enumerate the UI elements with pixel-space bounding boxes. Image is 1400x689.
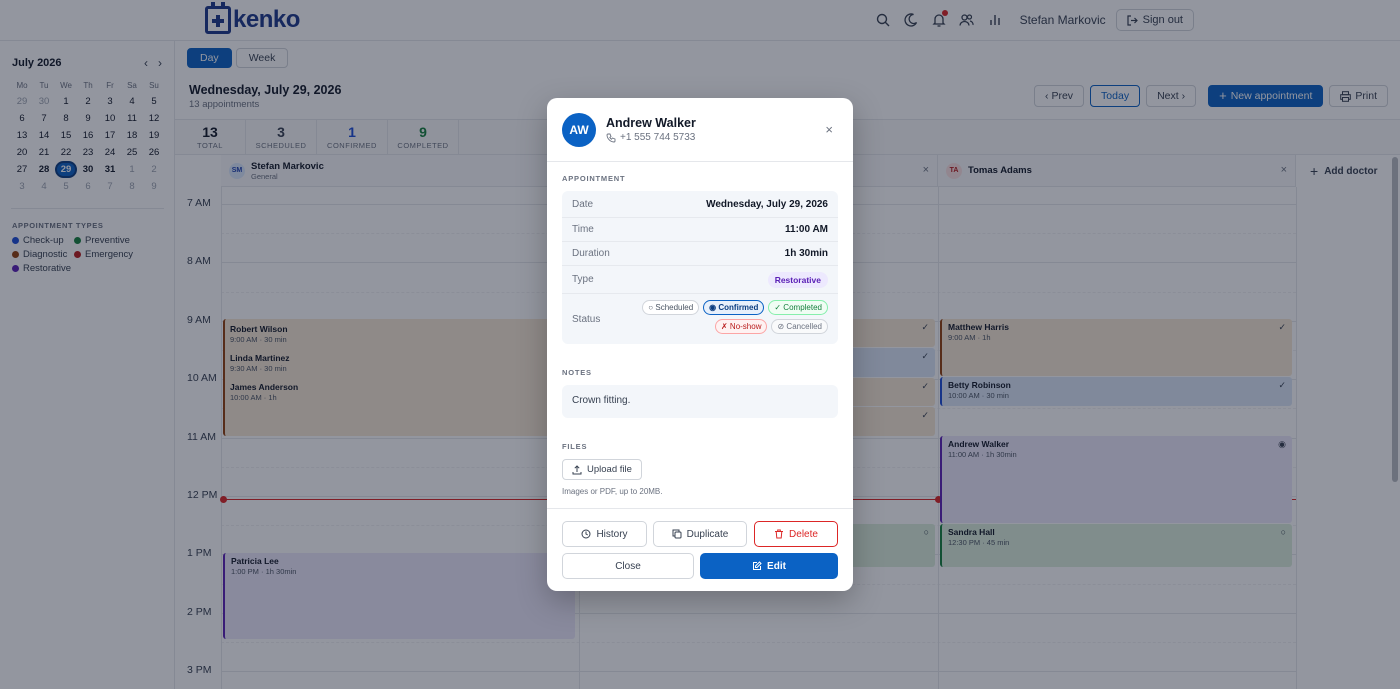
- status-options: ○ Scheduled ◉ Confirmed ✓ Completed ✗ No…: [638, 300, 828, 334]
- divider: [547, 508, 853, 509]
- status-scheduled[interactable]: ○ Scheduled: [642, 300, 700, 315]
- edit-button[interactable]: Edit: [700, 553, 838, 579]
- detail-row: Duration 1h 30min: [562, 242, 838, 266]
- patient-phone: +1 555 744 5733: [606, 132, 695, 143]
- upload-icon: [572, 464, 582, 474]
- section-title: NOTES: [562, 368, 592, 377]
- clock-icon: [581, 529, 591, 539]
- duplicate-button[interactable]: Duplicate: [653, 521, 747, 547]
- upload-file-button[interactable]: Upload file: [562, 459, 642, 480]
- detail-row: Status ○ Scheduled ◉ Confirmed ✓ Complet…: [562, 294, 838, 344]
- copy-icon: [672, 529, 682, 539]
- status-completed[interactable]: ✓ Completed: [768, 300, 828, 315]
- phone-icon: [606, 133, 616, 142]
- close-button[interactable]: Close: [562, 553, 694, 579]
- status-no-show[interactable]: ✗ No-show: [714, 319, 768, 334]
- appointment-date: Wednesday, July 29, 2026: [706, 198, 828, 210]
- modal-header: AW Andrew Walker +1 555 744 5733 ×: [547, 98, 853, 162]
- patient-name: Andrew Walker: [606, 116, 696, 130]
- section-title: APPOINTMENT: [562, 174, 626, 183]
- status-confirmed[interactable]: ◉ Confirmed: [703, 300, 765, 315]
- notes-text: Crown fitting.: [562, 385, 838, 418]
- appointment-time: 11:00 AM: [785, 224, 828, 235]
- appointment-details: Date Wednesday, July 29, 2026 Time 11:00…: [562, 191, 838, 344]
- history-button[interactable]: History: [562, 521, 647, 547]
- trash-icon: [775, 529, 784, 539]
- type-badge: Restorative: [767, 271, 828, 288]
- appointment-modal: AW Andrew Walker +1 555 744 5733 × APPOI…: [547, 98, 853, 591]
- upload-hint: Images or PDF, up to 20MB.: [562, 487, 663, 496]
- delete-button[interactable]: Delete: [754, 521, 838, 547]
- status-cancelled[interactable]: ⊘ Cancelled: [771, 319, 828, 334]
- close-icon[interactable]: ×: [825, 122, 833, 137]
- edit-icon: [753, 561, 762, 570]
- section-title: FILES: [562, 442, 588, 451]
- detail-row: Type Restorative: [562, 266, 838, 294]
- appointment-duration: 1h 30min: [784, 248, 828, 259]
- detail-row: Date Wednesday, July 29, 2026: [562, 191, 838, 218]
- avatar: AW: [562, 113, 596, 147]
- detail-row: Time 11:00 AM: [562, 218, 838, 242]
